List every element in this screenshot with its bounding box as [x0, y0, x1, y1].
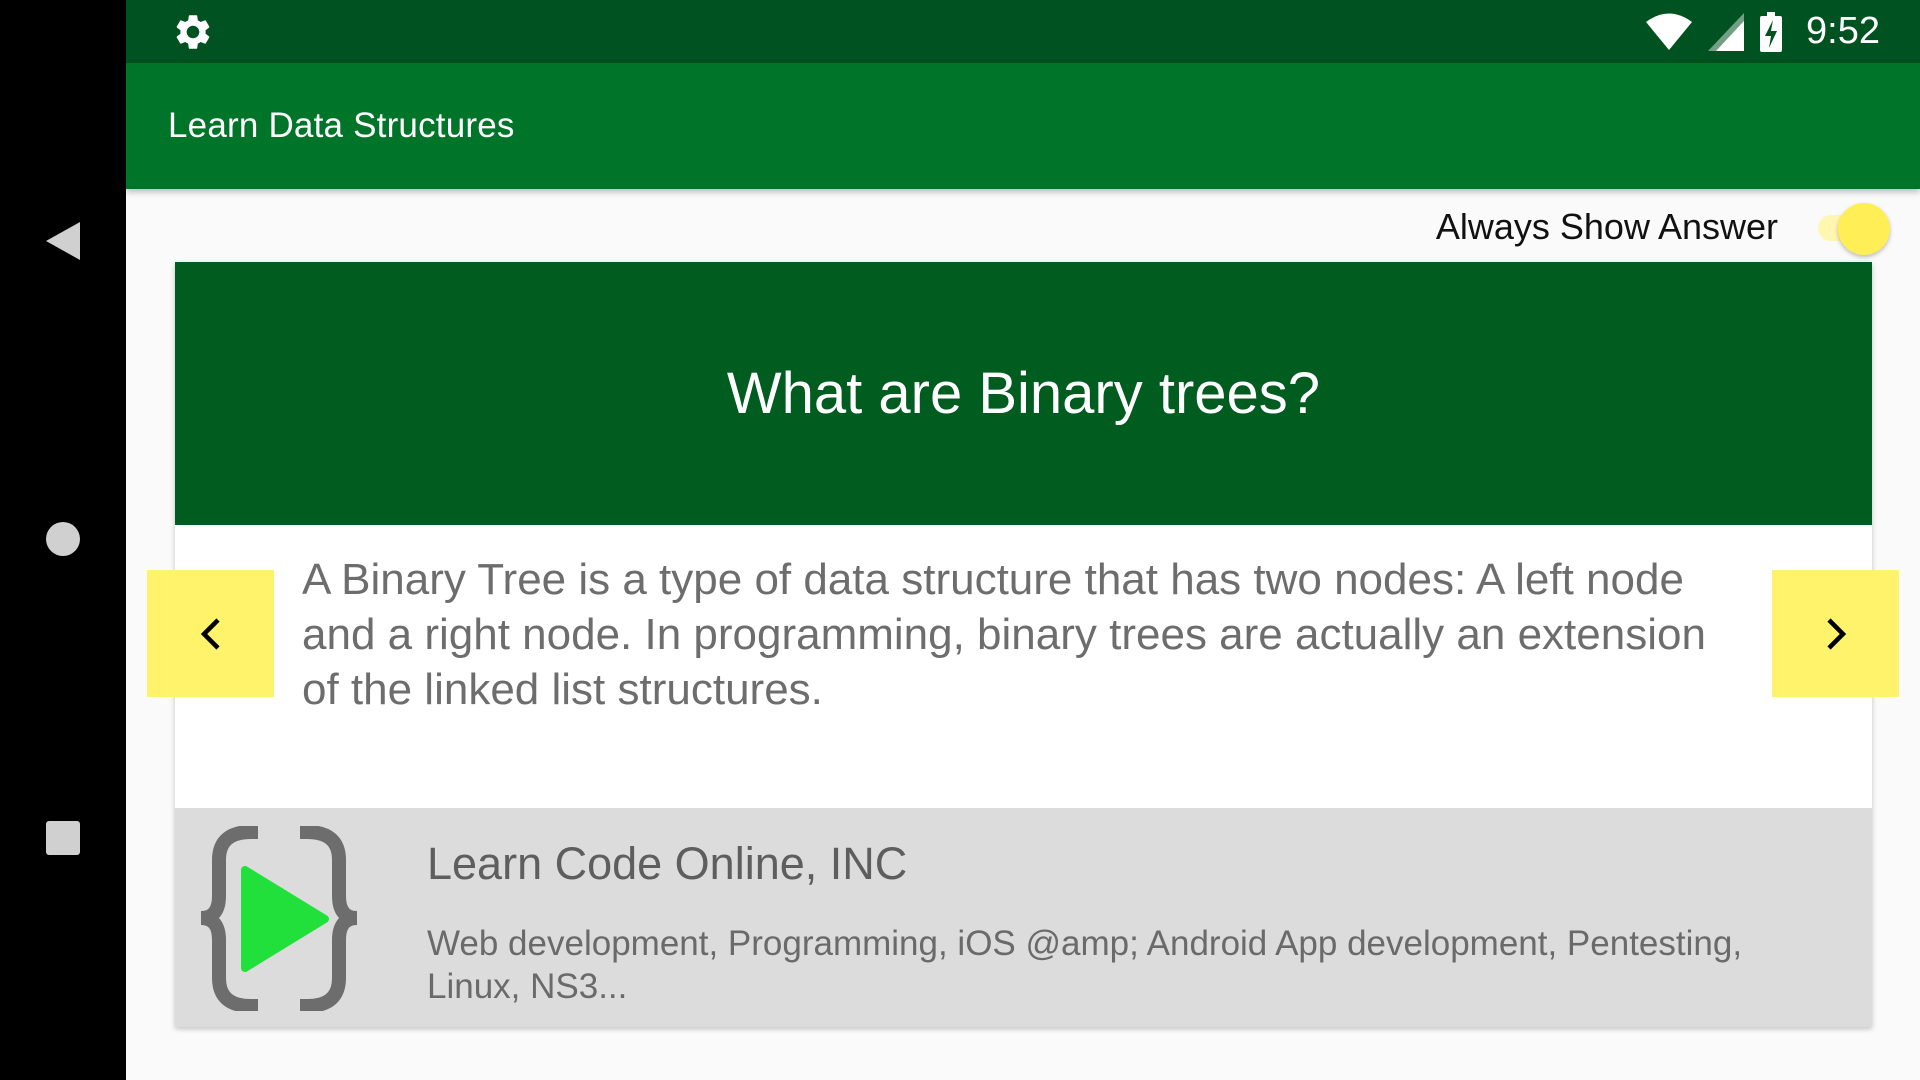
status-icons: 9:52	[1646, 0, 1880, 63]
cell-signal-icon	[1708, 12, 1745, 51]
switch-thumb	[1838, 203, 1890, 255]
app-window: 9:52 Learn Data Structures Always Show A…	[126, 0, 1920, 1080]
gear-icon	[176, 15, 210, 49]
nav-home-button[interactable]	[38, 514, 88, 564]
app-toolbar: Learn Data Structures	[126, 63, 1920, 189]
always-show-answer-label: Always Show Answer	[1435, 206, 1778, 247]
chevron-left-icon	[200, 617, 220, 650]
screen: 9:52 Learn Data Structures Always Show A…	[0, 0, 1920, 1080]
ad-title: Learn Code Online, INC	[427, 838, 908, 889]
chevron-right-icon	[1826, 617, 1846, 650]
status-bar: 9:52	[126, 0, 1920, 63]
battery-charging-icon	[1760, 11, 1783, 52]
ad-description: Web development, Programming, iOS @amp; …	[427, 924, 1743, 1006]
clock: 9:52	[1806, 10, 1880, 52]
system-navigation-bar	[0, 0, 126, 1080]
question-text: What are Binary trees?	[726, 361, 1321, 426]
app-title: Learn Data Structures	[168, 106, 515, 145]
always-show-answer-switch[interactable]	[1810, 199, 1890, 255]
braces-play-logo-icon	[200, 826, 358, 1011]
question-panel: What are Binary trees?	[175, 262, 1872, 525]
answer-text: A Binary Tree is a type of data structur…	[302, 555, 1706, 714]
always-show-answer-row: Always Show Answer	[1436, 196, 1890, 258]
flashcard: What are Binary trees? A Binary Tree is …	[175, 262, 1872, 1027]
nav-back-button[interactable]	[38, 216, 88, 266]
home-circle-icon	[46, 522, 80, 556]
next-card-button[interactable]	[1772, 570, 1899, 697]
back-triangle-icon	[46, 222, 80, 260]
recents-square-icon	[46, 821, 80, 855]
previous-card-button[interactable]	[147, 570, 274, 697]
wifi-icon	[1646, 13, 1693, 50]
ad-banner[interactable]: Learn Code Online, INC Web development, …	[175, 808, 1872, 1027]
nav-recents-button[interactable]	[38, 813, 88, 863]
